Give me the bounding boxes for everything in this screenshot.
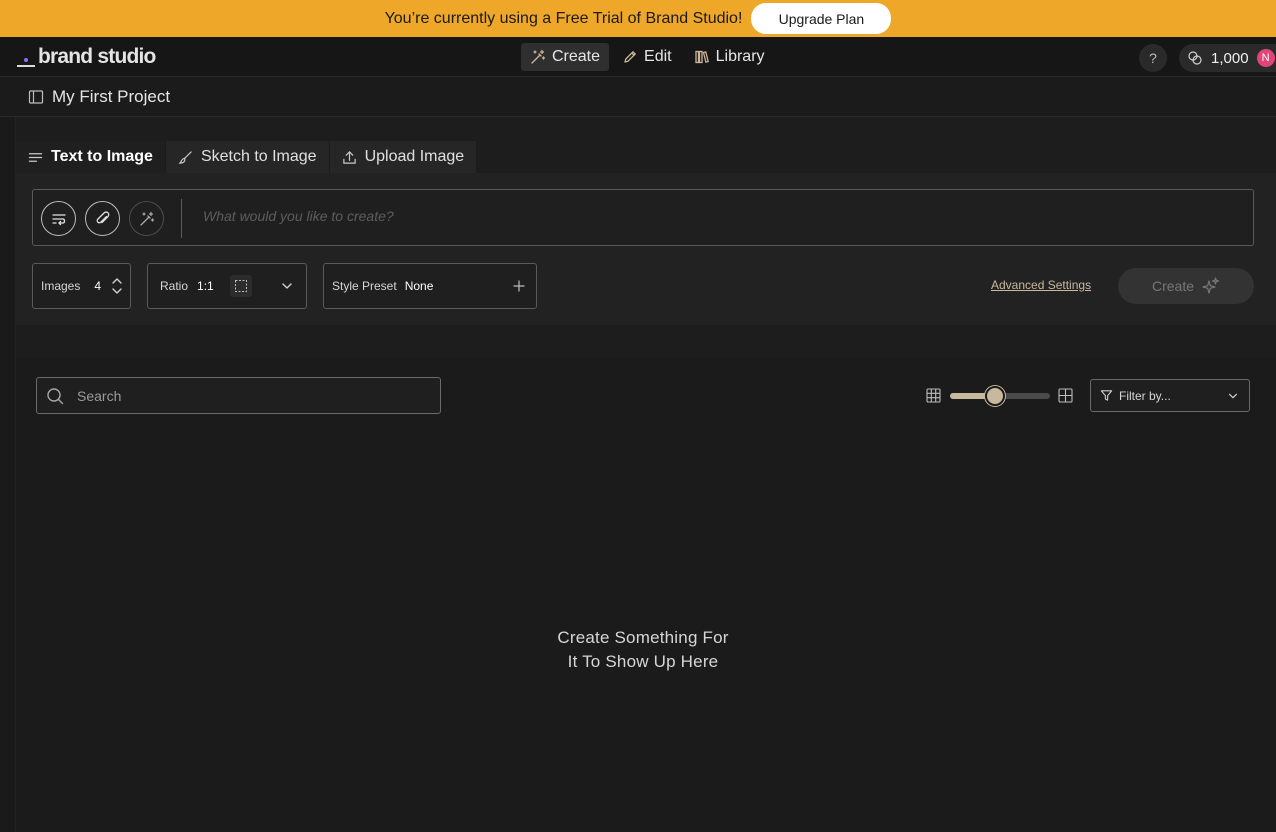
wrap-text-icon [51, 211, 67, 227]
help-icon: ? [1149, 50, 1157, 66]
attach-button[interactable] [85, 201, 120, 236]
prompt-box [32, 189, 1254, 246]
style-preset-value: None [404, 279, 434, 293]
sparkles-icon [1202, 277, 1220, 295]
filter-placeholder: Filter by... [1119, 388, 1171, 403]
trial-banner-text: You’re currently using a Free Trial of B… [384, 9, 743, 27]
grid-size-slider[interactable] [950, 385, 1050, 407]
search-icon [46, 387, 64, 405]
style-preset-control[interactable]: Style Preset None [323, 263, 537, 309]
credits-value: 1,000 [1211, 49, 1249, 67]
paperclip-icon [95, 210, 111, 227]
pencil-icon [622, 49, 638, 65]
nav-tab-create[interactable]: Create [521, 43, 610, 71]
project-bar: My First Project [0, 77, 1276, 117]
prompt-enhance-button[interactable] [41, 201, 76, 236]
style-preset-label: Style Preset [332, 279, 397, 293]
aspect-square-icon [229, 275, 252, 297]
prompt-input[interactable] [203, 204, 1233, 228]
main-nav-tabs: Create Edit Library [521, 43, 774, 71]
project-title: My First Project [52, 87, 171, 106]
magic-wand-icon [530, 49, 546, 65]
credits-badge[interactable]: 1,000 N [1179, 44, 1276, 72]
brand-logo[interactable]: brand studio [17, 45, 156, 69]
nav-tab-create-label: Create [552, 48, 601, 65]
trial-banner: You’re currently using a Free Trial of B… [0, 0, 1276, 37]
brush-icon [178, 150, 193, 165]
tab-upload-image-label: Upload Image [364, 148, 465, 165]
filter-dropdown[interactable]: Filter by... [1090, 379, 1250, 412]
tab-sketch-to-image[interactable]: Sketch to Image [165, 141, 330, 173]
library-search [36, 377, 441, 414]
logo-mark-icon [17, 47, 35, 69]
chevron-down-icon [1227, 390, 1239, 402]
coins-icon [1187, 50, 1203, 66]
advanced-settings-link[interactable]: Advanced Settings [991, 278, 1091, 292]
tab-text-to-image[interactable]: Text to Image [16, 141, 166, 173]
grid-small-icon[interactable] [926, 388, 941, 403]
plus-icon[interactable] [512, 279, 526, 293]
empty-state-message: Create Something For It To Show Up Here [443, 626, 843, 674]
slider-thumb[interactable] [985, 386, 1005, 406]
tab-upload-image[interactable]: Upload Image [329, 141, 478, 173]
left-rail [0, 117, 16, 832]
mode-tabs: Text to Image Sketch to Image Upload Ima… [16, 141, 478, 173]
help-button[interactable]: ? [1139, 44, 1167, 72]
nav-tab-library[interactable]: Library [685, 43, 774, 71]
top-nav: brand studio Create Edit Library ? 1,000… [0, 37, 1276, 77]
images-count-label: Images [41, 279, 81, 293]
prompt-divider [181, 199, 182, 238]
ratio-label: Ratio [160, 279, 189, 293]
ratio-control[interactable]: Ratio 1:1 [147, 263, 307, 309]
sidebar-toggle-icon[interactable] [28, 89, 44, 105]
images-count-value: 4 [94, 279, 102, 293]
library-section [16, 357, 1276, 832]
stepper-icon[interactable] [111, 275, 123, 297]
create-button[interactable]: Create [1118, 268, 1254, 304]
filter-icon [1100, 389, 1113, 402]
user-avatar[interactable]: N [1256, 49, 1275, 67]
magic-wand-icon [139, 211, 155, 227]
tab-text-to-image-label: Text to Image [51, 148, 153, 165]
lines-icon [28, 150, 43, 165]
logo-text: brand studio [38, 45, 156, 68]
nav-tab-edit-label: Edit [644, 48, 672, 65]
grid-large-icon[interactable] [1058, 388, 1073, 403]
nav-tab-edit[interactable]: Edit [613, 43, 681, 71]
books-icon [694, 49, 710, 65]
empty-state-line-1: Create Something For [557, 628, 729, 647]
upgrade-plan-button[interactable]: Upgrade Plan [751, 3, 892, 34]
upload-icon [342, 150, 357, 165]
create-button-label: Create [1151, 278, 1195, 294]
empty-state-line-2: It To Show Up Here [567, 652, 719, 671]
images-count-control[interactable]: Images 4 [32, 263, 131, 309]
nav-tab-library-label: Library [715, 48, 765, 65]
magic-prompt-button[interactable] [129, 201, 164, 236]
search-input[interactable] [77, 386, 432, 406]
chevron-down-icon [280, 279, 294, 293]
tab-sketch-to-image-label: Sketch to Image [200, 148, 317, 165]
ratio-value: 1:1 [197, 279, 214, 293]
